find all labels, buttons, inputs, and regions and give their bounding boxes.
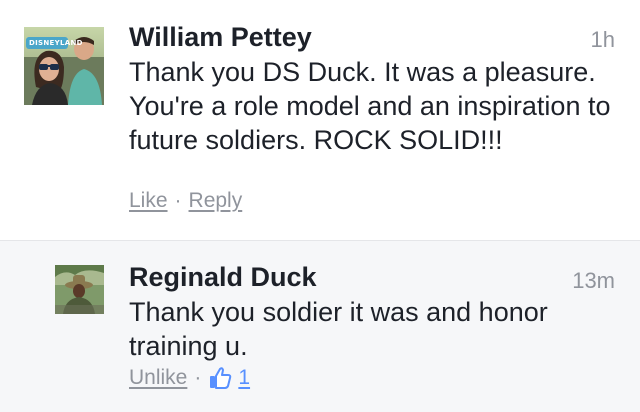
avatar-sign-text: DISNEYLAND (29, 39, 83, 47)
comment-text: Thank you DS Duck. It was a pleasure. Yo… (129, 57, 611, 155)
separator-dot: · (194, 366, 202, 389)
comment-reginald-duck: Reginald Duck 13m Thank you soldier it w… (0, 241, 640, 412)
avatar[interactable] (55, 265, 104, 314)
like-count[interactable]: 1 (238, 366, 250, 390)
comment-author[interactable]: Reginald Duck (129, 262, 317, 293)
comment-william-pettey: DISNEYLAND William Pettey 1h Thank you D… (0, 0, 640, 241)
avatar[interactable]: DISNEYLAND (24, 27, 104, 105)
thumbs-up-icon (208, 366, 232, 390)
like-button[interactable]: Like (129, 189, 168, 213)
separator-dot: · (174, 189, 182, 212)
comment-text: Thank you soldier it was and honor train… (129, 297, 548, 361)
comment-actions: Unlike · 1 (129, 366, 250, 390)
unlike-button[interactable]: Unlike (129, 366, 187, 390)
comment-actions: Like · Reply (129, 189, 242, 213)
reply-button[interactable]: Reply (189, 189, 243, 213)
comment-author[interactable]: William Pettey (129, 22, 312, 53)
comment-timestamp[interactable]: 1h (591, 27, 615, 53)
comment-timestamp[interactable]: 13m (572, 268, 615, 294)
